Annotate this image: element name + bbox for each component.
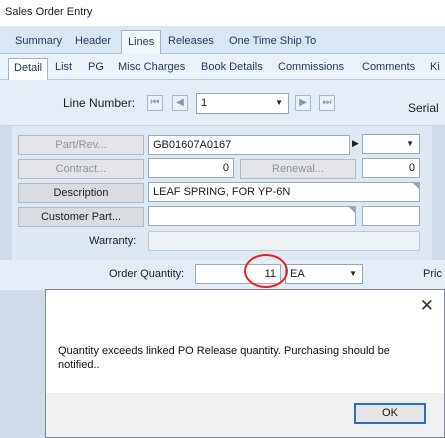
part-rev-button[interactable]: Part/Rev... xyxy=(18,135,144,155)
highlight-circle xyxy=(244,254,288,288)
description-value: LEAF SPRING, FOR YP-6N xyxy=(153,186,291,198)
tab-book-details[interactable]: Book Details xyxy=(196,58,268,78)
warranty-label: Warranty: xyxy=(89,235,137,247)
next-record-icon[interactable]: ▶ xyxy=(295,95,311,111)
chevron-down-icon: ▼ xyxy=(406,139,414,148)
part-number-field[interactable]: GB01607A0167 xyxy=(148,135,350,155)
order-quantity-label: Order Quantity: xyxy=(109,268,185,280)
line-number-select[interactable]: 1 ▼ xyxy=(196,93,289,114)
renewal-field[interactable]: 0 xyxy=(362,158,420,178)
tab-comments[interactable]: Comments xyxy=(357,58,420,78)
warning-dialog: ✕ Quantity exceeds linked PO Release qua… xyxy=(45,289,445,438)
resize-corner-icon xyxy=(413,183,419,189)
ok-button[interactable]: OK xyxy=(354,403,426,424)
title-bar: Sales Order Entry xyxy=(0,0,445,26)
line-number-value: 1 xyxy=(201,97,208,109)
customer-part-button[interactable]: Customer Part... xyxy=(18,207,144,227)
revision-select[interactable]: ▼ xyxy=(362,134,420,154)
tab-pg[interactable]: PG xyxy=(83,58,109,78)
description-label: Description xyxy=(18,183,144,203)
tab-detail[interactable]: Detail xyxy=(8,58,49,80)
sub-tab-bar: Detail List PG Misc Charges Book Details… xyxy=(0,54,445,80)
description-field[interactable]: LEAF SPRING, FOR YP-6N xyxy=(148,182,420,202)
renewal-button[interactable]: Renewal... xyxy=(240,159,356,179)
contract-button[interactable]: Contract... xyxy=(18,159,144,179)
last-record-icon[interactable]: ⏭ xyxy=(319,95,335,111)
part-arrow-icon[interactable]: ▶ xyxy=(352,138,359,149)
customer-part-field[interactable] xyxy=(148,206,356,226)
tab-summary[interactable]: Summary xyxy=(9,30,68,54)
serial-label: Serial xyxy=(408,101,439,115)
tab-misc-charges[interactable]: Misc Charges xyxy=(113,58,190,78)
dialog-message: Quantity exceeds linked PO Release quant… xyxy=(58,345,390,371)
previous-record-icon[interactable]: ◀ xyxy=(172,95,188,111)
price-label: Pric xyxy=(423,268,442,280)
tab-releases[interactable]: Releases xyxy=(162,30,220,54)
warranty-field xyxy=(148,231,420,251)
tab-ki[interactable]: Ki xyxy=(425,58,445,78)
chevron-down-icon: ▼ xyxy=(275,98,283,107)
line-number-label: Line Number: xyxy=(63,96,136,110)
tab-list[interactable]: List xyxy=(50,58,77,78)
tab-commissions[interactable]: Commissions xyxy=(273,58,349,78)
main-tab-bar: Summary Header Lines Releases One Time S… xyxy=(0,26,445,55)
customer-rev-field[interactable] xyxy=(362,206,420,226)
tab-header[interactable]: Header xyxy=(69,30,117,54)
uom-value: EA xyxy=(290,268,305,280)
first-record-icon[interactable]: ⏮ xyxy=(147,95,163,111)
window-title: Sales Order Entry xyxy=(5,6,93,18)
resize-corner-icon xyxy=(349,207,355,213)
chevron-down-icon: ▼ xyxy=(349,269,357,278)
tab-one-time-ship-to[interactable]: One Time Ship To xyxy=(223,30,322,54)
tab-lines[interactable]: Lines xyxy=(121,30,162,55)
close-icon[interactable]: ✕ xyxy=(420,296,434,316)
uom-select[interactable]: EA ▼ xyxy=(285,264,363,284)
dialog-footer: OK xyxy=(46,393,444,437)
contract-field[interactable]: 0 xyxy=(148,158,234,178)
